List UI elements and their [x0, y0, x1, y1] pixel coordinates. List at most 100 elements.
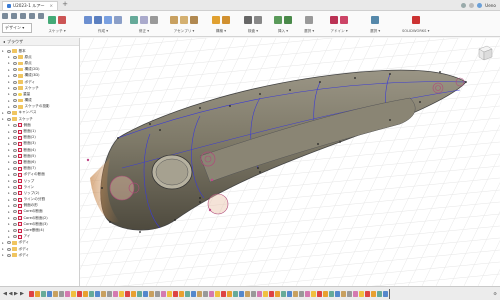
- press-pull-icon[interactable]: [130, 16, 138, 24]
- expand-icon[interactable]: ▸: [8, 74, 11, 78]
- insert-canvas-icon[interactable]: [274, 16, 282, 24]
- expand-icon[interactable]: ▸: [8, 142, 11, 146]
- timeline-feature-icon[interactable]: [329, 290, 334, 297]
- visibility-icon[interactable]: [12, 179, 17, 183]
- model-viewport[interactable]: [80, 38, 500, 286]
- visibility-icon[interactable]: [12, 216, 17, 220]
- ribbon-group-construct[interactable]: 構築 ▾: [212, 13, 230, 35]
- joint-icon[interactable]: [180, 16, 188, 24]
- timeline-feature-icon[interactable]: [215, 290, 220, 297]
- expand-icon[interactable]: ▸: [8, 55, 11, 59]
- timeline-feature-icon[interactable]: [77, 290, 82, 297]
- visibility-icon[interactable]: [12, 80, 17, 84]
- visibility-icon[interactable]: [12, 148, 17, 152]
- visibility-icon[interactable]: [12, 130, 17, 134]
- timeline-feature-icon[interactable]: [233, 290, 238, 297]
- loft-icon[interactable]: [114, 16, 122, 24]
- visibility-icon[interactable]: [12, 198, 17, 202]
- timeline-feature-icon[interactable]: [221, 290, 226, 297]
- visibility-icon[interactable]: [12, 68, 17, 72]
- browser-node[interactable]: ▸ ボディ: [2, 252, 79, 258]
- timeline-feature-icon[interactable]: [125, 290, 130, 297]
- timeline-prev-icon[interactable]: [8, 291, 13, 296]
- section-analysis-icon[interactable]: [254, 16, 262, 24]
- finish-sketch-icon[interactable]: [58, 16, 66, 24]
- view-cube[interactable]: [476, 44, 494, 62]
- app-store-icon[interactable]: [340, 16, 348, 24]
- timeline-last-icon[interactable]: [20, 292, 24, 296]
- expand-icon[interactable]: ▸: [8, 105, 11, 109]
- timeline-feature-icon[interactable]: [155, 290, 160, 297]
- visibility-icon[interactable]: [6, 241, 11, 245]
- timeline-feature-icon[interactable]: [383, 290, 388, 297]
- timeline-marker[interactable]: [389, 288, 390, 299]
- close-icon[interactable]: ×: [50, 3, 54, 8]
- visibility-icon[interactable]: [12, 185, 17, 189]
- timeline-feature-icon[interactable]: [323, 290, 328, 297]
- browser-header[interactable]: ◂ ブラウザ: [0, 38, 79, 46]
- timeline-play-icon[interactable]: [14, 292, 18, 296]
- timeline-feature-icon[interactable]: [227, 290, 232, 297]
- expand-icon[interactable]: ▸: [8, 179, 11, 183]
- collapse-icon[interactable]: ◂: [3, 39, 5, 44]
- timeline-feature-icon[interactable]: [53, 290, 58, 297]
- timeline-feature-icon[interactable]: [173, 290, 178, 297]
- visibility-icon[interactable]: [12, 167, 17, 171]
- revolve-icon[interactable]: [94, 16, 102, 24]
- expand-icon[interactable]: ▸: [8, 80, 11, 84]
- redo-icon[interactable]: [38, 13, 44, 19]
- belly-hook-1[interactable]: [109, 175, 135, 201]
- timeline-feature-icon[interactable]: [263, 290, 268, 297]
- timeline-feature-icon[interactable]: [35, 290, 40, 297]
- expand-icon[interactable]: ▸: [8, 191, 11, 195]
- job-status-icon[interactable]: [461, 2, 467, 8]
- timeline-feature-icon[interactable]: [341, 290, 346, 297]
- data-panel-icon[interactable]: [2, 13, 8, 19]
- undo-icon[interactable]: [29, 13, 35, 19]
- timeline-feature-icon[interactable]: [251, 290, 256, 297]
- construct-axis-icon[interactable]: [222, 16, 230, 24]
- insert-mesh-icon[interactable]: [284, 16, 292, 24]
- sweep-icon[interactable]: [104, 16, 112, 24]
- timeline-feature-icon[interactable]: [281, 290, 286, 297]
- timeline-feature-icon[interactable]: [101, 290, 106, 297]
- visibility-icon[interactable]: [12, 191, 17, 195]
- timeline-feature-icon[interactable]: [371, 290, 376, 297]
- visibility-icon[interactable]: [6, 111, 11, 115]
- ribbon-group-select[interactable]: 選択 ▾: [304, 13, 314, 35]
- visibility-icon[interactable]: [12, 154, 17, 158]
- visibility-icon[interactable]: [12, 74, 17, 78]
- expand-icon[interactable]: ▸: [2, 117, 5, 121]
- ribbon-group-inspect[interactable]: 検査 ▾: [244, 13, 262, 35]
- save-icon[interactable]: [20, 13, 26, 19]
- timeline-feature-icon[interactable]: [317, 290, 322, 297]
- timeline-feature-icon[interactable]: [119, 290, 124, 297]
- expand-icon[interactable]: ▸: [8, 123, 11, 127]
- visibility-icon[interactable]: [12, 173, 17, 177]
- ribbon-group-modify[interactable]: 修正 ▾: [130, 13, 158, 35]
- extrude-icon[interactable]: [84, 16, 92, 24]
- ribbon-group-insert[interactable]: 挿入 ▾: [274, 13, 292, 35]
- visibility-icon[interactable]: [12, 105, 17, 109]
- timeline-feature-icon[interactable]: [29, 290, 34, 297]
- visibility-icon[interactable]: [12, 55, 17, 59]
- timeline-feature-icon[interactable]: [185, 290, 190, 297]
- visibility-icon[interactable]: [6, 49, 11, 53]
- timeline-feature-icon[interactable]: [293, 290, 298, 297]
- expand-icon[interactable]: ▸: [8, 167, 11, 171]
- visibility-icon[interactable]: [6, 247, 11, 251]
- visibility-icon[interactable]: [12, 136, 17, 140]
- combine-icon[interactable]: [150, 16, 158, 24]
- timeline-feature-icon[interactable]: [167, 290, 172, 297]
- measure-icon[interactable]: [244, 16, 252, 24]
- ribbon-group-sketch[interactable]: スケッチ ▾: [48, 13, 66, 35]
- document-tab[interactable]: U2023-1 ルアー ×: [2, 0, 59, 10]
- belly-hook-2[interactable]: [207, 193, 229, 215]
- timeline-feature-icon[interactable]: [257, 290, 262, 297]
- solidworks-icon[interactable]: [411, 16, 420, 24]
- timeline-feature-icon[interactable]: [353, 290, 358, 297]
- fillet-icon[interactable]: [140, 16, 148, 24]
- ribbon-group-select-2[interactable]: 選択 ▾: [370, 13, 380, 35]
- timeline-feature-icon[interactable]: [335, 290, 340, 297]
- new-component-icon[interactable]: [170, 16, 178, 24]
